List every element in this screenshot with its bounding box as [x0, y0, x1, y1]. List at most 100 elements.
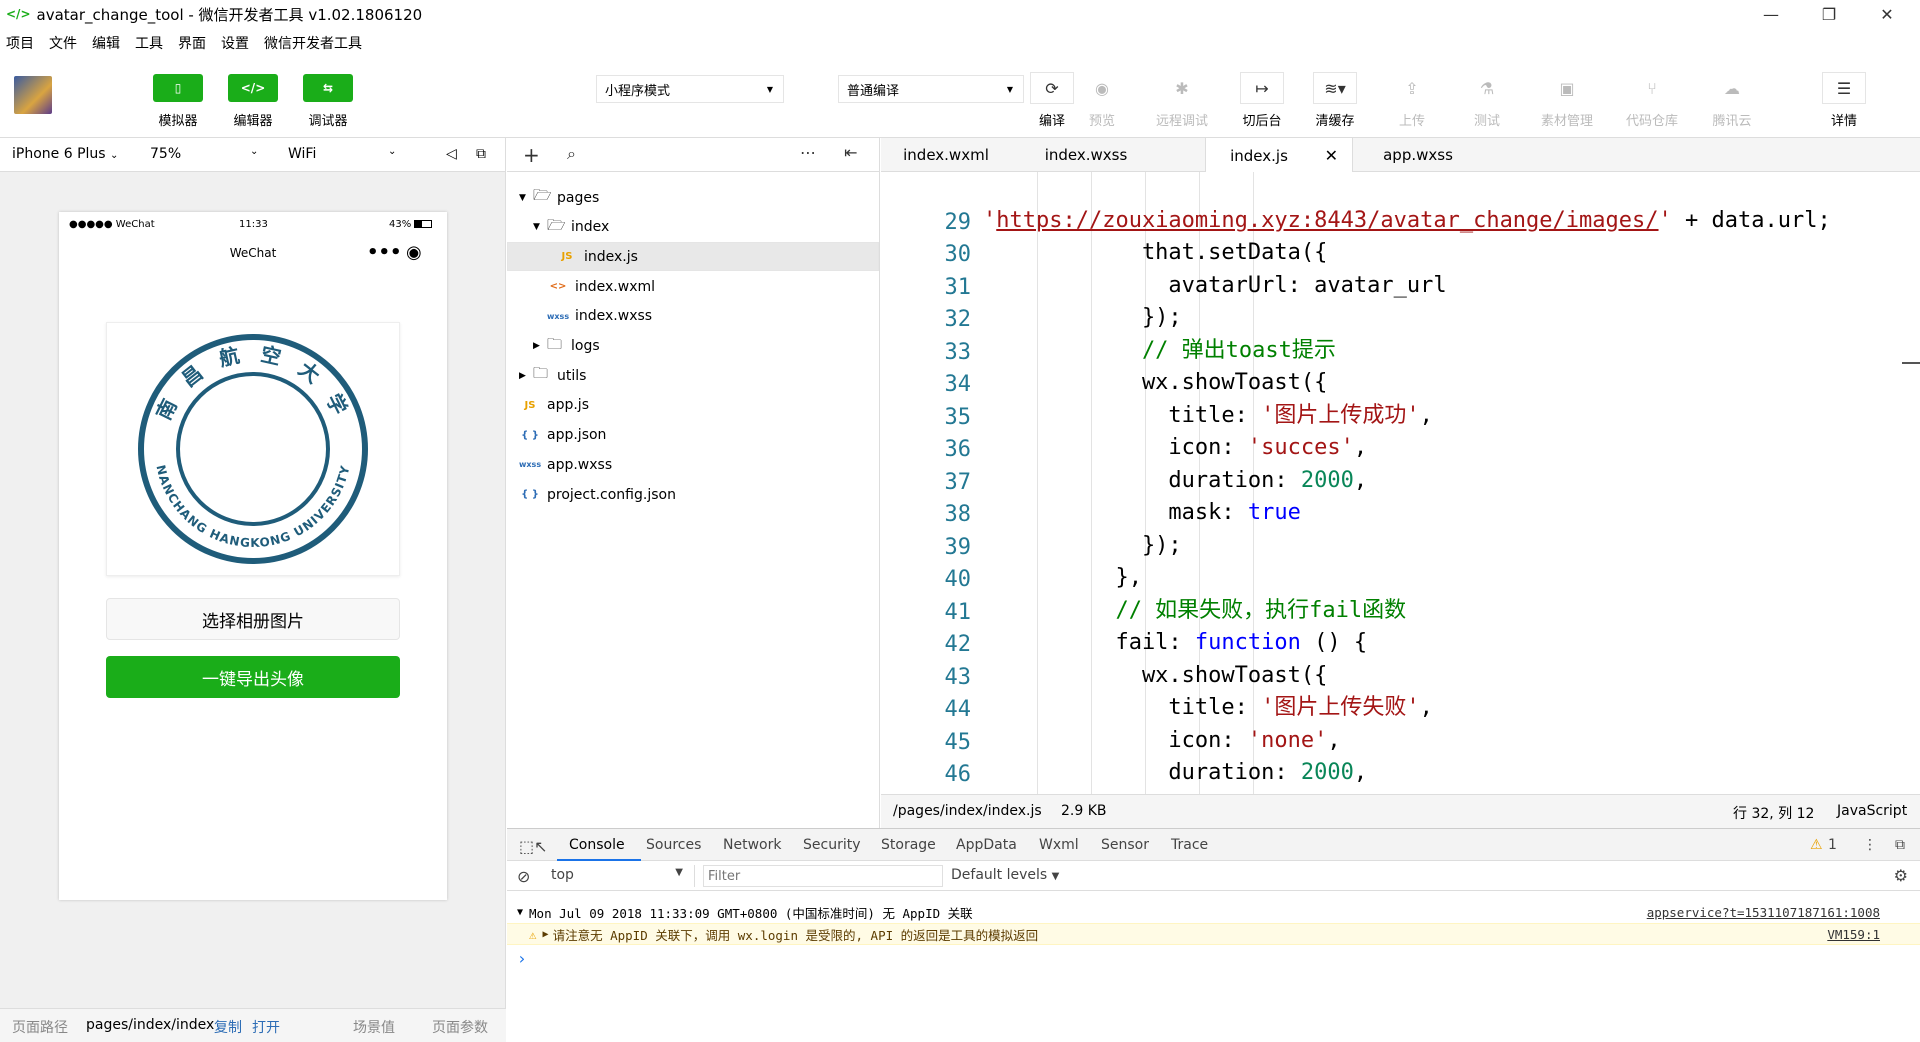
- file-tree-label: app.json: [547, 427, 607, 444]
- upload-button[interactable]: ⇪ 上传: [1380, 72, 1444, 130]
- tab-index-wxss[interactable]: index.wxss: [1011, 138, 1161, 172]
- file-tree-item[interactable]: JS app.js: [507, 391, 879, 420]
- network-select[interactable]: WiFi: [288, 146, 316, 162]
- tab-sensor[interactable]: Sensor: [1101, 837, 1149, 853]
- console-filter-input[interactable]: [703, 865, 943, 887]
- file-tree-item[interactable]: { } app.json: [507, 421, 879, 450]
- close-button[interactable]: ✕: [1858, 0, 1916, 28]
- volume-icon[interactable]: ◁: [446, 146, 457, 162]
- file-tree-item[interactable]: ▼ 🗁 index: [507, 213, 879, 242]
- file-tree-item[interactable]: ▼ 🗁 pages: [507, 183, 879, 212]
- menu-settings[interactable]: 设置: [221, 33, 249, 53]
- more-icon[interactable]: •••: [367, 236, 402, 270]
- menu-view[interactable]: 界面: [178, 33, 206, 53]
- menu-tools[interactable]: 工具: [135, 33, 163, 53]
- tab-app-wxss[interactable]: app.wxss: [1353, 138, 1483, 172]
- tab-index-js[interactable]: index.js ✕: [1205, 138, 1353, 173]
- caret-down-icon[interactable]: ▼: [533, 222, 547, 232]
- add-file-icon[interactable]: +: [523, 143, 540, 167]
- details-button[interactable]: ☰ 详情: [1812, 72, 1876, 129]
- switch-background-button[interactable]: ↦ 切后台: [1230, 72, 1294, 129]
- file-tree-item[interactable]: <> index.wxml: [507, 272, 879, 301]
- log-source-link[interactable]: appservice?t=1531107187161:1008: [1647, 905, 1880, 920]
- assets-button[interactable]: ▣ 素材管理: [1535, 72, 1599, 130]
- more-icon[interactable]: ⋯: [800, 143, 816, 162]
- popout-icon[interactable]: ⧉: [476, 146, 486, 162]
- warning-icon[interactable]: ⚠: [1810, 837, 1823, 853]
- gear-icon[interactable]: ⚙: [1894, 866, 1908, 885]
- chevron-down-icon[interactable]: ⌄: [250, 146, 258, 157]
- tab-appdata[interactable]: AppData: [956, 837, 1017, 853]
- collapse-panel-icon[interactable]: ⇤: [844, 143, 857, 162]
- record-icon[interactable]: ◉: [406, 236, 422, 270]
- clear-console-icon[interactable]: ⊘: [517, 867, 530, 886]
- menu-project[interactable]: 项目: [6, 33, 34, 53]
- tab-sources[interactable]: Sources: [646, 837, 701, 853]
- caret-right-icon[interactable]: ▶: [533, 341, 547, 351]
- file-tree-item[interactable]: ▶ 🗀 utils: [507, 361, 879, 390]
- tab-trace[interactable]: Trace: [1171, 837, 1208, 853]
- console-prompt[interactable]: ›: [507, 947, 1920, 969]
- restore-button[interactable]: ❐: [1800, 0, 1858, 28]
- test-button[interactable]: ⚗ 测试: [1455, 72, 1519, 130]
- page-params-button[interactable]: 页面参数: [432, 1017, 488, 1037]
- minimize-button[interactable]: —: [1742, 0, 1800, 28]
- device-select[interactable]: iPhone 6 Plus ⌄: [12, 146, 118, 162]
- line-number: 34: [944, 372, 972, 397]
- menu-icon: ☰: [1822, 72, 1866, 104]
- log-levels-select[interactable]: Default levels ▼: [951, 867, 1059, 883]
- file-tree-item[interactable]: wxss index.wxss: [507, 302, 879, 331]
- log-warning-row[interactable]: ⚠ ▶ 请注意无 AppID 关联下，调用 wx.login 是受限的, API…: [507, 923, 1920, 945]
- warning-source-link[interactable]: VM159:1: [1827, 927, 1880, 942]
- menu-edit[interactable]: 编辑: [92, 33, 120, 53]
- compile-select[interactable]: 普通编译 ▼: [838, 75, 1024, 103]
- tab-wxml[interactable]: Wxml: [1039, 837, 1079, 853]
- chevron-down-icon: ▼: [766, 84, 773, 94]
- cursor-position[interactable]: 行 32, 列 12: [1733, 803, 1814, 823]
- preview-button[interactable]: ◉ 预览: [1070, 72, 1134, 130]
- file-tree-item[interactable]: wxss app.wxss: [507, 450, 879, 479]
- user-avatar[interactable]: [14, 76, 52, 114]
- tencent-cloud-button[interactable]: ☁ 腾讯云: [1700, 72, 1764, 130]
- simulator-toggle-button[interactable]: ▯: [153, 74, 203, 102]
- inspect-element-icon[interactable]: ⬚↖: [519, 837, 548, 856]
- close-tab-icon[interactable]: ✕: [1325, 146, 1338, 165]
- file-tree-item[interactable]: { } project.config.json: [507, 480, 879, 509]
- repo-button[interactable]: ⑂ 代码仓库: [1620, 72, 1684, 130]
- menu-wechat-devtools[interactable]: 微信开发者工具: [264, 33, 362, 53]
- tab-network[interactable]: Network: [723, 837, 781, 853]
- tab-console[interactable]: Console: [569, 837, 625, 853]
- remote-debug-button[interactable]: ✱ 远程调试: [1150, 72, 1214, 130]
- tab-index-wxml[interactable]: index.wxml: [881, 138, 1011, 172]
- debugger-toggle-button[interactable]: ⇆: [303, 74, 353, 102]
- context-select[interactable]: top ▼: [551, 865, 687, 887]
- tab-security[interactable]: Security: [803, 837, 861, 853]
- caret-down-icon[interactable]: ▼: [519, 193, 533, 203]
- export-avatar-button[interactable]: 一键导出头像: [106, 656, 400, 698]
- clear-cache-button[interactable]: ≋▾ 清缓存: [1303, 72, 1367, 129]
- open-path-link[interactable]: 打开: [252, 1017, 280, 1037]
- tab-storage[interactable]: Storage: [881, 837, 936, 853]
- caret-right-icon[interactable]: ▶: [519, 371, 533, 381]
- search-icon[interactable]: ⌕: [567, 144, 576, 164]
- warning-count[interactable]: 1: [1828, 837, 1837, 853]
- file-size: 2.9 KB: [1061, 803, 1107, 819]
- mode-select[interactable]: 小程序模式 ▼: [596, 75, 784, 103]
- more-vert-icon[interactable]: ⋮: [1863, 837, 1877, 853]
- language-mode[interactable]: JavaScript: [1837, 803, 1907, 819]
- svg-text:南 昌 航 空 大 学: 南 昌 航 空 大 学: [151, 342, 354, 424]
- pick-image-button[interactable]: 选择相册图片: [106, 598, 400, 640]
- file-tree-item[interactable]: JS index.js: [507, 242, 879, 272]
- log-group-header[interactable]: ▼ Mon Jul 09 2018 11:33:09 GMT+0800 (中国标…: [507, 901, 1920, 923]
- scene-value-button[interactable]: 场景值: [353, 1017, 395, 1037]
- copy-path-link[interactable]: 复制: [214, 1017, 242, 1037]
- menu-file[interactable]: 文件: [49, 33, 77, 53]
- chevron-down-icon[interactable]: ⌄: [388, 146, 396, 157]
- zoom-select[interactable]: 75%: [150, 146, 181, 162]
- line-number: 36: [944, 437, 972, 462]
- dock-icon[interactable]: ⧉: [1895, 837, 1905, 853]
- code-line: duration: 2000,: [983, 760, 1368, 785]
- editor-toggle-button[interactable]: </>: [228, 74, 278, 102]
- code-editor[interactable]: 29 30 31 32 33 34 35 36 37 38 39 40 41 42 43 44 45 46 'ht…: [881, 172, 1920, 794]
- file-tree-item[interactable]: ▶ 🗀 logs: [507, 332, 879, 361]
